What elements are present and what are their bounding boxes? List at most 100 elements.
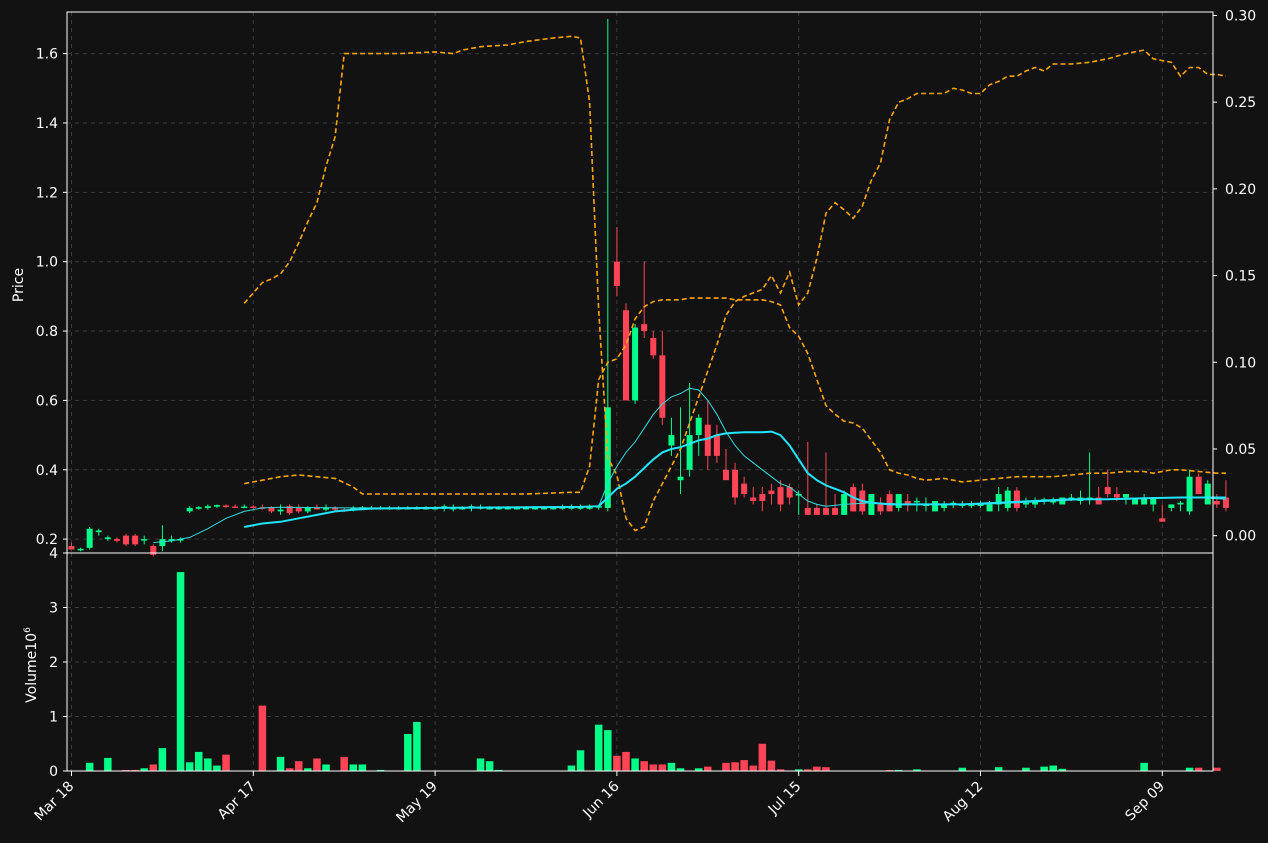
- candle-body: [213, 505, 220, 507]
- candle-body: [104, 537, 111, 540]
- volume-bar: [740, 760, 748, 771]
- volume-bar: [295, 761, 303, 771]
- candle-body: [541, 507, 548, 510]
- candle-body: [768, 490, 775, 495]
- volume-bar: [576, 750, 585, 771]
- volume-bar: [485, 761, 494, 771]
- volume-bar: [104, 757, 112, 771]
- price-tick-label: 0.6: [36, 393, 58, 409]
- volume-tick-label: 4: [49, 546, 58, 562]
- volume-bar: [994, 767, 1003, 771]
- candle-body: [550, 507, 557, 510]
- candle-body: [1204, 483, 1211, 505]
- candle-body: [1004, 490, 1011, 508]
- secondary-tick-label: 0.00: [1225, 529, 1256, 545]
- volume-bar: [413, 721, 421, 771]
- volume-bar: [722, 762, 730, 771]
- candle-body: [986, 504, 993, 512]
- volume-tick-label: 2: [49, 655, 58, 671]
- volume-bar: [358, 764, 367, 771]
- candle-body: [868, 494, 875, 515]
- volume-bar: [476, 758, 485, 771]
- volume-bar: [1040, 766, 1048, 771]
- candle-body: [1013, 490, 1020, 508]
- volume-bar: [222, 754, 230, 771]
- candle-body: [1104, 487, 1111, 495]
- candle-body: [750, 497, 757, 501]
- volume-bar: [213, 765, 221, 771]
- secondary-tick-label: 0.25: [1225, 95, 1256, 111]
- candle-body: [813, 507, 820, 515]
- candle-body: [68, 546, 75, 550]
- volume-bar: [631, 758, 639, 771]
- candle-body: [777, 487, 784, 505]
- candle-body: [832, 507, 839, 515]
- candle-body: [886, 494, 893, 512]
- price-tick-label: 1.6: [36, 47, 58, 63]
- candle-body: [668, 435, 675, 446]
- candle-body: [641, 324, 648, 332]
- candle-body: [1122, 494, 1129, 498]
- secondary-tick-label: 0.20: [1225, 182, 1256, 198]
- price-tick-label: 1.4: [36, 116, 58, 132]
- candle-body: [277, 509, 284, 512]
- volume-tick-label: 1: [49, 710, 58, 726]
- volume-bar: [1140, 762, 1148, 771]
- candle-body: [632, 327, 639, 401]
- volume-bar: [767, 760, 776, 771]
- price-tick-label: 0.8: [36, 324, 58, 340]
- volume-axis-label: Volume106: [23, 627, 40, 703]
- volume-bar: [658, 764, 667, 771]
- volume-bar: [204, 758, 212, 771]
- volume-bar: [185, 762, 194, 771]
- volume-bar: [649, 764, 658, 771]
- candle-body: [95, 530, 102, 533]
- candle-body: [223, 505, 230, 507]
- candle-body: [913, 500, 920, 503]
- candle-body: [1168, 504, 1175, 508]
- volume-bar: [340, 756, 348, 771]
- volume-bar: [322, 764, 330, 771]
- candle-body: [713, 435, 720, 456]
- price-tick-label: 0.4: [36, 463, 58, 479]
- volume-bar: [758, 743, 767, 771]
- candle-body: [250, 506, 257, 509]
- secondary-tick-label: 0.30: [1225, 8, 1256, 24]
- candle-body: [804, 507, 811, 515]
- volume-bar: [195, 751, 203, 771]
- candle-body: [1195, 476, 1202, 495]
- volume-bar: [85, 762, 94, 771]
- candle-body: [895, 494, 902, 508]
- candle-body: [1113, 494, 1120, 498]
- candle-body: [622, 310, 629, 401]
- candle-body: [695, 417, 702, 436]
- volume-bar: [567, 765, 576, 771]
- price-tick-label: 1.2: [36, 185, 58, 201]
- volume-bar: [276, 756, 285, 771]
- price-tick-label: 1.0: [36, 255, 58, 271]
- candle-body: [1213, 500, 1220, 505]
- volume-bar: [313, 758, 321, 771]
- volume-bar: [731, 762, 739, 771]
- volume-bar: [749, 765, 757, 771]
- candle-body: [650, 337, 657, 356]
- volume-bar: [604, 730, 612, 771]
- volume-bar: [176, 572, 185, 771]
- price-axis-label: Price: [11, 268, 27, 302]
- secondary-tick-label: 0.15: [1225, 269, 1256, 285]
- candle-body: [132, 535, 139, 545]
- volume-bar: [640, 761, 648, 771]
- candle-body: [86, 528, 93, 548]
- candle-body: [677, 476, 684, 481]
- volume-bar: [1049, 765, 1057, 771]
- candle-body: [732, 469, 739, 498]
- volume-bar: [149, 764, 158, 771]
- candle-body: [686, 435, 693, 470]
- price-volume-chart: 0.20.40.60.81.01.21.41.60.000.050.100.15…: [0, 0, 1268, 843]
- volume-bar: [258, 705, 267, 771]
- candle-body: [741, 483, 748, 495]
- candle-body: [1022, 502, 1029, 505]
- volume-axis-label-exponent-power: 6: [23, 627, 33, 633]
- candle-body: [722, 469, 729, 481]
- candle-body: [822, 507, 829, 515]
